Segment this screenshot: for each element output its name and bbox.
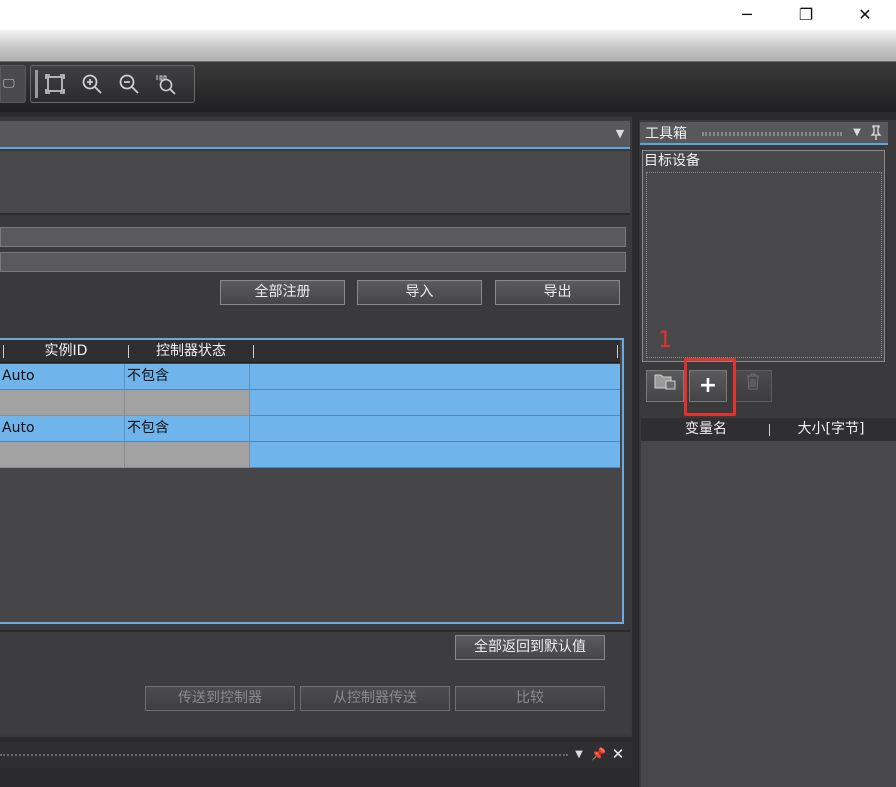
dock-grip[interactable] bbox=[702, 132, 842, 136]
column-header-size[interactable]: 大小[字节] bbox=[786, 418, 876, 441]
pin-icon[interactable]: 📌 bbox=[591, 747, 606, 763]
instance-id-cell[interactable]: Auto bbox=[0, 364, 125, 390]
chevron-down-icon[interactable]: ▼ bbox=[572, 749, 586, 763]
close-window-button[interactable]: ✕ bbox=[840, 0, 890, 30]
zoom-100-icon[interactable] bbox=[154, 73, 178, 97]
dock-grip[interactable] bbox=[0, 754, 568, 756]
controller-status-cell[interactable] bbox=[125, 390, 250, 416]
column-header-controller-status[interactable]: 控制器状态 bbox=[131, 340, 251, 363]
instance-id-cell[interactable] bbox=[0, 442, 125, 468]
delete-button[interactable] bbox=[734, 370, 772, 402]
variable-list[interactable] bbox=[641, 441, 896, 787]
close-icon[interactable]: ✕ bbox=[610, 745, 626, 763]
chevron-down-icon[interactable]: ▼ bbox=[850, 127, 864, 141]
minimize-button[interactable]: ─ bbox=[722, 0, 772, 30]
fit-window-icon[interactable] bbox=[43, 73, 67, 97]
zoom-out-icon[interactable] bbox=[117, 73, 141, 97]
controller-status-cell[interactable] bbox=[125, 442, 250, 468]
annotation-number: 1 bbox=[658, 328, 672, 353]
instance-id-cell[interactable] bbox=[0, 390, 125, 416]
zoom-toolbar-group bbox=[30, 65, 195, 103]
editor-tab-header bbox=[0, 121, 630, 149]
folder-icon bbox=[654, 374, 676, 390]
monitor-icon: 🖵 bbox=[3, 76, 15, 90]
import-button[interactable]: 导入 bbox=[357, 280, 482, 305]
info-panel bbox=[0, 151, 630, 215]
column-separator[interactable] bbox=[253, 345, 254, 358]
table-cell[interactable] bbox=[250, 364, 620, 390]
table-cell[interactable] bbox=[250, 416, 620, 442]
table-row[interactable] bbox=[0, 442, 620, 468]
column-separator[interactable] bbox=[769, 424, 770, 436]
transfer-from-controller-button[interactable]: 从控制器传送 bbox=[300, 686, 450, 711]
target-device-list[interactable] bbox=[646, 172, 882, 358]
restore-all-defaults-button[interactable]: 全部返回到默认值 bbox=[455, 635, 605, 660]
transfer-to-controller-button[interactable]: 传送到控制器 bbox=[145, 686, 295, 711]
table-cell[interactable] bbox=[250, 390, 620, 416]
zoom-in-icon[interactable] bbox=[80, 73, 104, 97]
instance-id-cell[interactable]: Auto bbox=[0, 416, 125, 442]
target-device-label: 目标设备 bbox=[644, 153, 700, 169]
toolbox-title: 工具箱 bbox=[645, 126, 687, 142]
table-row[interactable] bbox=[0, 390, 620, 416]
column-separator[interactable] bbox=[128, 345, 129, 358]
column-header-variable-name[interactable]: 变量名 bbox=[661, 418, 751, 441]
export-button[interactable]: 导出 bbox=[495, 280, 620, 305]
toolbar-group-left[interactable]: 🖵 bbox=[0, 65, 26, 103]
section-bar[interactable] bbox=[0, 227, 626, 247]
table-header: 实例ID 控制器状态 bbox=[0, 340, 620, 363]
restore-button[interactable]: ❐ bbox=[781, 0, 831, 30]
add-folder-button[interactable] bbox=[646, 370, 684, 402]
chevron-down-icon[interactable]: ▼ bbox=[612, 127, 628, 143]
section-bar[interactable] bbox=[0, 252, 626, 272]
pin-icon[interactable] bbox=[869, 125, 883, 141]
trash-icon bbox=[747, 373, 759, 390]
toolbar-separator bbox=[35, 70, 38, 98]
table-row[interactable]: Auto 不包含 bbox=[0, 364, 620, 390]
highlight-annotation-box bbox=[684, 358, 736, 416]
controller-status-cell[interactable]: 不包含 bbox=[125, 364, 250, 390]
table-cell[interactable] bbox=[250, 442, 620, 468]
controller-status-cell[interactable]: 不包含 bbox=[125, 416, 250, 442]
column-header-instance-id[interactable]: 实例ID bbox=[6, 340, 126, 363]
column-separator bbox=[617, 345, 618, 358]
compare-button[interactable]: 比较 bbox=[455, 686, 605, 711]
ribbon-bar bbox=[0, 30, 896, 62]
column-separator bbox=[3, 345, 4, 358]
register-all-button[interactable]: 全部注册 bbox=[220, 280, 345, 305]
table-row[interactable]: Auto 不包含 bbox=[0, 416, 620, 442]
